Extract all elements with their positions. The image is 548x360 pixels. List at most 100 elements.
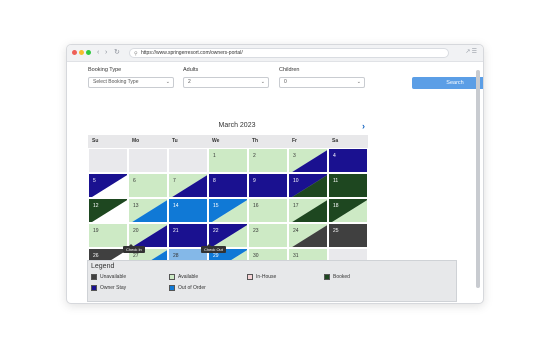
calendar-day-1[interactable]: 1 — [208, 148, 248, 173]
adults-value: 2 — [188, 79, 191, 85]
check-in-tooltip: Check In — [123, 244, 145, 253]
search-icon: ⚲ — [134, 51, 138, 57]
check-out-tooltip: Check Out — [201, 244, 226, 253]
legend-label: Owner Stay — [100, 285, 127, 291]
legend-swatch — [169, 274, 175, 280]
calendar-day-number: 23 — [253, 228, 259, 234]
calendar-day-number: 11 — [333, 178, 339, 184]
calendar-day-12[interactable]: 12 — [88, 198, 128, 223]
day-header-th: Th — [248, 135, 288, 148]
calendar-day-number: 6 — [133, 178, 136, 184]
reload-icon[interactable]: ↻ — [114, 48, 120, 57]
minimize-dot-icon[interactable] — [79, 50, 84, 55]
day-header-su: Su — [88, 135, 128, 148]
calendar-empty-cell — [88, 148, 128, 173]
legend-swatch — [91, 274, 97, 280]
close-dot-icon[interactable] — [72, 50, 77, 55]
calendar-day-number: 24 — [293, 228, 299, 234]
calendar-day-3[interactable]: 3 — [288, 148, 328, 173]
address-bar[interactable]: ⚲ https://www.springerresort.com/owners-… — [129, 48, 449, 58]
calendar-day-8[interactable]: 8 — [208, 173, 248, 198]
legend-swatch — [247, 274, 253, 280]
calendar-day-2[interactable]: 2 — [248, 148, 288, 173]
calendar-day-number: 22 — [213, 228, 219, 234]
calendar-day-5[interactable]: 5 — [88, 173, 128, 198]
chevron-down-icon: ⌄ — [356, 79, 361, 85]
booking-type-label: Booking Type — [88, 67, 122, 73]
calendar-day-7[interactable]: 7 — [168, 173, 208, 198]
browser-window: ‹ › ↻ ⚲ https://www.springerresort.com/o… — [66, 44, 484, 304]
calendar-day-number: 17 — [293, 203, 299, 209]
calendar-day-6[interactable]: 6 — [128, 173, 168, 198]
booking-type-select[interactable]: Select Booking Type ⌄ — [88, 77, 174, 88]
calendar-day-number: 9 — [253, 178, 256, 184]
booking-type-value: Select Booking Type — [93, 79, 139, 85]
calendar-day-16[interactable]: 16 — [248, 198, 288, 223]
calendar-empty-cell — [168, 148, 208, 173]
scrollbar[interactable] — [476, 70, 480, 288]
calendar-day-number: 13 — [133, 203, 139, 209]
calendar-day-number: 29 — [213, 253, 219, 259]
calendar-month-title: March 2023 — [218, 122, 256, 129]
calendar-day-number: 31 — [293, 253, 299, 259]
legend-swatch — [324, 274, 330, 280]
calendar-day-number: 5 — [93, 178, 96, 184]
calendar-day-21[interactable]: 21 — [168, 223, 208, 248]
day-header-fr: Fr — [288, 135, 328, 148]
search-button[interactable]: Search — [412, 77, 483, 89]
day-header-mo: Mo — [128, 135, 168, 148]
extension-icons[interactable]: ↗ ☰ — [465, 48, 477, 55]
adults-select[interactable]: 2 ⌄ — [183, 77, 269, 88]
calendar-day-15[interactable]: 15 — [208, 198, 248, 223]
legend-swatch — [169, 285, 175, 291]
legend-label: Out of Order — [178, 285, 206, 291]
chevron-down-icon: ⌄ — [260, 79, 265, 85]
calendar-day-17[interactable]: 17 — [288, 198, 328, 223]
calendar-day-9[interactable]: 9 — [248, 173, 288, 198]
calendar-day-10[interactable]: 10 — [288, 173, 328, 198]
legend-label: Booked — [333, 274, 350, 280]
next-month-icon[interactable]: › — [362, 121, 365, 131]
forward-icon[interactable]: › — [105, 48, 107, 57]
page-content: Booking Type Select Booking Type ⌄ Adult… — [67, 62, 483, 303]
calendar-day-11[interactable]: 11 — [328, 173, 368, 198]
calendar-empty-cell — [128, 148, 168, 173]
calendar-day-number: 1 — [213, 153, 216, 159]
calendar-day-18[interactable]: 18 — [328, 198, 368, 223]
calendar-day-number: 21 — [173, 228, 179, 234]
day-header-we: We — [208, 135, 248, 148]
children-select[interactable]: 0 ⌄ — [279, 77, 365, 88]
legend-label: Available — [178, 274, 199, 280]
calendar-day-number: 2 — [253, 153, 256, 159]
calendar-day-number: 12 — [93, 203, 99, 209]
calendar-day-25[interactable]: 25 — [328, 223, 368, 248]
calendar-day-14[interactable]: 14 — [168, 198, 208, 223]
calendar-day-number: 26 — [93, 253, 99, 259]
calendar-day-23[interactable]: 23 — [248, 223, 288, 248]
legend-panel: Legend Unavailable Available In-House Booke… — [87, 260, 457, 302]
calendar-day-number: 7 — [173, 178, 176, 184]
calendar-day-number: 19 — [93, 228, 99, 234]
calendar-day-number: 25 — [333, 228, 339, 234]
legend-label: Unavailable — [100, 274, 127, 280]
calendar-day-number: 4 — [333, 153, 336, 159]
calendar-day-number: 3 — [293, 153, 296, 159]
calendar-day-20[interactable]: 20 — [128, 223, 168, 248]
calendar-day-22[interactable]: 22 — [208, 223, 248, 248]
calendar-day-number: 8 — [213, 178, 216, 184]
calendar-day-number: 20 — [133, 228, 139, 234]
calendar-day-number: 16 — [253, 203, 259, 209]
maximize-dot-icon[interactable] — [86, 50, 91, 55]
browser-toolbar: ‹ › ↻ ⚲ https://www.springerresort.com/o… — [67, 45, 483, 62]
legend-title: Legend — [91, 263, 115, 270]
day-header-sa: Sa — [328, 135, 368, 148]
back-icon[interactable]: ‹ — [97, 48, 99, 57]
calendar-day-13[interactable]: 13 — [128, 198, 168, 223]
legend-label: In-House — [256, 274, 277, 280]
calendar-day-24[interactable]: 24 — [288, 223, 328, 248]
children-value: 0 — [284, 79, 287, 85]
calendar-day-number: 30 — [253, 253, 259, 259]
calendar-day-19[interactable]: 19 — [88, 223, 128, 248]
calendar-day-4[interactable]: 4 — [328, 148, 368, 173]
calendar-day-number: 10 — [293, 178, 299, 184]
